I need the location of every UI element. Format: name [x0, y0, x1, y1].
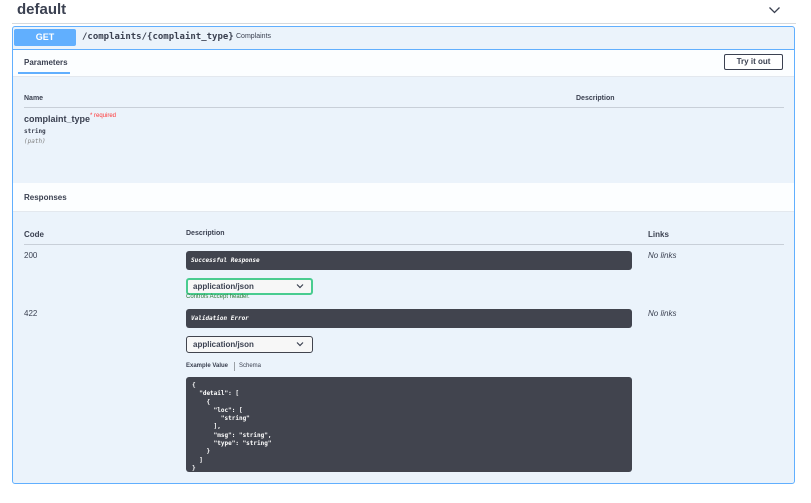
response-links: No links: [648, 251, 677, 260]
column-header-code: Code: [24, 230, 44, 239]
media-type-select[interactable]: application/json: [186, 336, 313, 353]
tab-schema[interactable]: Schema: [239, 363, 261, 369]
required-marker: * required: [90, 113, 117, 119]
column-header-links: Links: [648, 230, 669, 239]
parameter-location: (path): [24, 138, 46, 145]
method-badge: GET: [14, 29, 76, 46]
parameter-name: complaint_type: [24, 114, 91, 124]
table-divider: [24, 244, 784, 245]
responses-header: [13, 183, 794, 212]
tab-parameters[interactable]: Parameters: [24, 58, 68, 67]
chevron-down-icon: [296, 284, 304, 289]
column-header-description: Description: [186, 230, 225, 237]
response-links: No links: [648, 309, 677, 318]
chevron-down-icon[interactable]: [768, 5, 781, 15]
operation-path: /complaints/{complaint_type}: [82, 32, 234, 42]
section-divider: [12, 23, 796, 24]
parameters-header: [13, 50, 794, 77]
response-description: Successful Response: [186, 251, 632, 270]
controls-accept-note: Controls Accept header.: [186, 294, 250, 300]
tab-example-value[interactable]: Example Value: [186, 363, 228, 369]
responses-title: Responses: [24, 193, 67, 202]
example-value-text: { "detail": [ { "loc": [ "string" ], "ms…: [192, 382, 272, 472]
column-header-description: Description: [576, 95, 615, 102]
chevron-down-icon: [296, 342, 304, 347]
operation-summary: Complaints: [236, 33, 272, 40]
media-type-select[interactable]: application/json: [186, 278, 313, 295]
example-value-code: { "detail": [ { "loc": [ "string" ], "ms…: [186, 377, 632, 472]
response-code: 422: [24, 309, 38, 318]
response-code: 200: [24, 251, 38, 260]
section-title[interactable]: default: [17, 1, 66, 18]
tab-separator: [234, 362, 235, 371]
column-header-name: Name: [24, 95, 44, 102]
media-type-value: application/json: [193, 282, 254, 291]
parameter-type: string: [24, 128, 46, 135]
table-divider: [24, 107, 784, 108]
media-type-value: application/json: [193, 340, 254, 349]
tab-active-indicator: [18, 72, 70, 74]
response-description: Validation Error: [186, 309, 632, 328]
try-it-out-button[interactable]: Try it out: [724, 54, 783, 70]
